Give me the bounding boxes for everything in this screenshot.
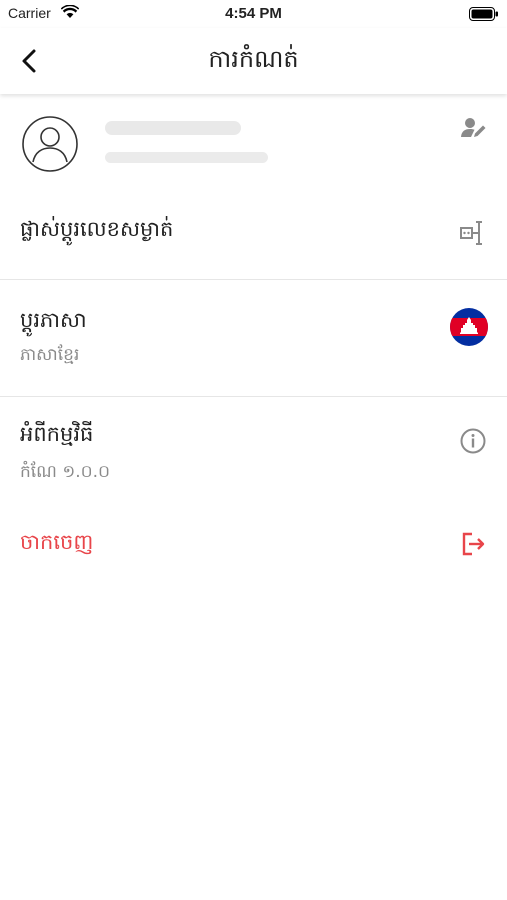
info-icon [460,428,486,454]
password-key-icon [460,221,482,245]
about-app-label: អំពីកម្មវិធី [20,422,94,446]
app-version: កំណែ ១.០.០ [20,462,111,482]
logout-row[interactable]: ចាកចេញ [0,505,507,583]
navigation-bar: ការកំណត់ [0,28,507,94]
change-password-label: ផ្លាស់ប្តូរលេខសម្ងាត់ [20,217,174,241]
avatar-icon [22,116,78,172]
status-bar: Carrier 4:54 PM [0,0,507,28]
change-language-label: ប្តូរភាសា [20,308,87,332]
page-title: ការកំណត់ [208,45,299,73]
edit-profile-icon[interactable] [461,117,487,139]
name-placeholder [105,121,241,135]
status-time: 4:54 PM [225,5,282,22]
profile-section[interactable] [0,95,507,187]
change-password-row[interactable]: ផ្លាស់ប្តូរលេខសម្ងាត់ [0,190,507,278]
subtitle-placeholder [105,152,268,163]
logout-label: ចាកចេញ [20,530,94,554]
change-language-row[interactable]: ប្តូរភាសា ភាសាខ្មែរ [0,280,507,396]
battery-icon [469,7,498,21]
logout-icon [462,532,485,556]
about-app-row[interactable]: អំពីកម្មវិធី កំណែ ១.០.០ [0,397,507,505]
cambodia-flag-icon [450,308,488,346]
current-language-value: ភាសាខ្មែរ [20,345,80,365]
